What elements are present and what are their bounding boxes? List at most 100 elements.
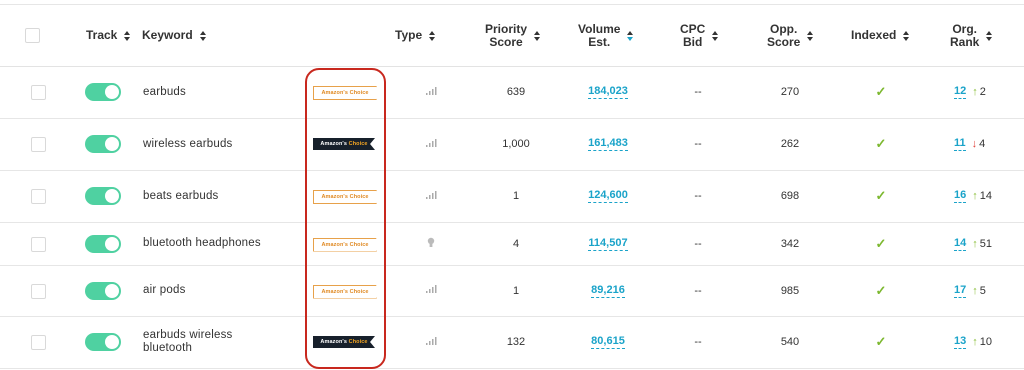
volume-link[interactable]: 114,507 [588,237,628,251]
column-header-priority[interactable]: Priority Score [485,5,541,66]
column-header-priority-line2: Score [489,34,523,49]
trend-arrow-icon: ↑ [972,284,978,297]
keyword-cell[interactable]: earbuds wireless bluetooth [143,316,303,368]
table-row: earbuds wireless bluetooth Amazon's Choice… [0,316,1024,369]
toggle-knob [105,335,119,349]
rank-link[interactable]: 11 [954,137,966,151]
row-checkbox[interactable] [31,335,46,350]
column-header-cpc-line1: CPC [680,21,706,36]
indexed-cell: ✓ [866,118,896,170]
org-rank-cell: 13 ↑ 10 [954,316,1014,368]
sort-icon [711,30,719,42]
sort-icon [985,30,993,42]
keyword-cell[interactable]: wireless earbuds [143,118,303,170]
type-cell [416,118,446,170]
volume-link[interactable]: 80,615 [591,335,625,349]
volume-link[interactable]: 184,023 [588,85,628,99]
keyword-text: wireless earbuds [143,137,233,150]
priority-cell: 1 [486,170,546,222]
column-header-type[interactable]: Type [395,5,436,66]
row-checkbox[interactable] [31,137,46,152]
column-header-keyword[interactable]: Keyword [142,5,207,66]
track-toggle[interactable] [85,83,121,101]
row-checkbox[interactable] [31,236,46,252]
row-checkbox[interactable] [31,283,46,299]
volume-cell[interactable]: 184,023 [576,66,640,118]
column-header-indexed-label: Indexed [851,28,897,42]
sort-icon [533,30,541,42]
check-icon: ✓ [875,334,887,349]
volume-cell[interactable]: 80,615 [576,316,640,368]
column-header-track[interactable]: Track [86,5,131,66]
cpc-value: -- [694,86,702,98]
track-toggle[interactable] [85,281,121,300]
keyword-cell[interactable]: beats earbuds [143,170,303,222]
opp-score: 270 [780,86,800,98]
row-checkbox[interactable] [31,189,46,204]
opp-score: 342 [780,237,800,250]
cpc-cell: -- [683,66,713,118]
sort-icon [428,30,436,42]
trend-value: 10 [979,336,992,348]
toggle-knob [105,137,119,151]
volume-cell[interactable]: 124,600 [576,170,640,222]
select-all-checkbox[interactable] [25,28,40,43]
priority-score: 1,000 [502,138,530,150]
trend-arrow-icon: ↓ [971,138,978,150]
priority-cell: 4 [486,222,546,265]
keyword-cell[interactable]: air pods [143,265,303,316]
keyword-text: air pods [143,284,186,296]
rank-link[interactable]: 17 [954,284,967,298]
keyword-cell[interactable]: bluetooth headphones [143,222,303,265]
priority-score: 1 [512,190,520,202]
volume-link[interactable]: 161,483 [588,137,628,151]
indexed-cell: ✓ [866,222,896,265]
type-cell [416,66,446,118]
opp-cell: 985 [770,265,810,316]
volume-link[interactable]: 89,216 [591,284,625,298]
opp-score: 540 [780,336,800,348]
priority-cell: 1,000 [486,118,546,170]
rank-link[interactable]: 12 [954,85,967,99]
table-row: wireless earbuds Amazon's Choice 1,000 161,… [0,118,1024,171]
column-header-volume[interactable]: Volume Est. [578,5,634,66]
type-cell [416,170,446,222]
column-header-type-label: Type [395,28,423,42]
column-header-org-line2: Rank [950,34,980,49]
column-header-volume-line2: Est. [588,34,611,49]
column-header-opp-line2: Score [767,34,801,49]
track-toggle[interactable] [85,187,121,205]
column-header-indexed[interactable]: Indexed [851,5,910,66]
indexed-cell: ✓ [866,265,896,316]
track-toggle[interactable] [85,135,121,153]
volume-cell[interactable]: 114,507 [576,222,640,265]
cpc-value: -- [694,284,702,297]
indexed-cell: ✓ [866,66,896,118]
volume-link[interactable]: 124,600 [588,189,628,203]
trend-arrow-icon: ↑ [972,336,978,348]
column-header-keyword-label: Keyword [142,28,193,42]
trend-value: 4 [979,138,986,150]
keyword-cell[interactable]: earbuds [143,66,303,118]
rank-link[interactable]: 13 [954,335,967,349]
toggle-knob [105,189,119,203]
track-toggle[interactable] [85,333,121,351]
opp-cell: 270 [770,66,810,118]
column-header-opp-line1: Opp. [770,21,798,36]
cpc-cell: -- [683,265,713,316]
rank-link[interactable]: 14 [954,237,967,251]
column-header-org-rank[interactable]: Org. Rank [950,5,993,66]
volume-cell[interactable]: 161,483 [576,118,640,170]
rank-link[interactable]: 16 [954,189,967,203]
column-header-volume-line1: Volume [578,21,621,36]
row-checkbox[interactable] [31,85,46,100]
type-cell [416,222,446,265]
volume-cell[interactable]: 89,216 [576,265,640,316]
type-cell [416,265,446,316]
track-toggle[interactable] [85,234,121,253]
opp-cell: 342 [770,222,810,265]
trend-value: 14 [979,190,992,202]
column-header-opp[interactable]: Opp. Score [767,5,814,66]
indexed-cell: ✓ [866,316,896,368]
column-header-cpc[interactable]: CPC Bid [680,5,719,66]
